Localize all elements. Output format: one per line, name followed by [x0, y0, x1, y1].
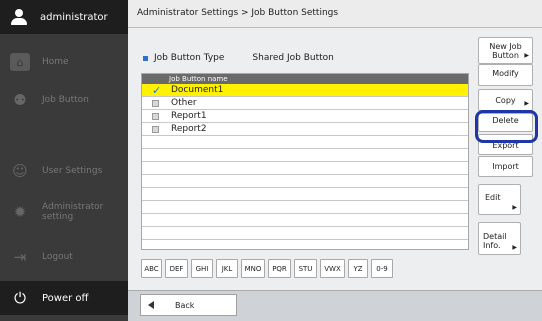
job-button-type-row: Job Button Type Shared Job Button	[143, 53, 334, 63]
chevron-right-icon: ▶	[524, 100, 529, 107]
detail-info-button[interactable]: Detail Info. ▶	[478, 222, 521, 255]
sidebar-item-job-button[interactable]: ⚉ Job Button	[0, 82, 128, 118]
sidebar-item-logout[interactable]: ⇥ Logout	[0, 239, 128, 275]
sidebar-item-administrator-setting[interactable]: ✹ Administrator setting	[0, 194, 128, 230]
breadcrumb: Administrator Settings > Job Button Sett…	[128, 0, 542, 28]
import-label: Import	[492, 162, 519, 171]
sidebar-item-label: Administrator setting	[42, 202, 104, 222]
list-item-empty	[142, 201, 468, 214]
job-button-list: Job Button name ✓ Document1 Other Report…	[141, 73, 469, 250]
sidebar-item-label: User Settings	[42, 166, 103, 176]
list-item-label: Report1	[171, 111, 207, 121]
filter-0-9-button[interactable]: 0-9	[371, 259, 393, 278]
filter-def-button[interactable]: DEF	[165, 259, 188, 278]
checkmark-icon: ✓	[152, 83, 162, 97]
job-button-type-value: Shared Job Button	[252, 53, 334, 63]
gear-icon: ✹	[13, 203, 27, 221]
bullet-icon	[143, 55, 148, 61]
list-item-empty	[142, 227, 468, 240]
detail-info-label: Detail Info.	[483, 232, 507, 250]
checkbox[interactable]	[152, 112, 159, 120]
bottom-bar: Back	[128, 290, 542, 321]
filter-jkl-button[interactable]: JKL	[216, 259, 238, 278]
back-arrow-icon	[148, 301, 154, 309]
copy-highlight-ring	[475, 110, 538, 143]
power-icon: ⏻	[14, 289, 26, 307]
modify-label: Modify	[492, 69, 519, 78]
list-item-empty	[142, 162, 468, 175]
job-button-icon: ⚉	[13, 91, 27, 109]
user-icon	[10, 8, 28, 26]
sidebar: administrator ⌂ Home ⚉ Job Button ☺ User…	[0, 0, 128, 321]
list-item-empty	[142, 149, 468, 162]
user-settings-icon: ☺	[12, 162, 28, 180]
list-item[interactable]: Report2	[142, 123, 468, 136]
edit-button[interactable]: Edit ▶	[478, 184, 521, 215]
list-item-empty	[142, 214, 468, 227]
power-off-label: Power off	[42, 292, 89, 304]
filter-mno-button[interactable]: MNO	[241, 259, 265, 278]
list-item-empty	[142, 188, 468, 201]
sidebar-item-label: Home	[42, 57, 69, 67]
list-item-label: Other	[171, 98, 197, 108]
filter-abc-button[interactable]: ABC	[141, 259, 162, 278]
filter-pqr-button[interactable]: PQR	[268, 259, 291, 278]
filter-stu-button[interactable]: STU	[294, 259, 317, 278]
sidebar-item-user-settings[interactable]: ☺ User Settings	[0, 153, 128, 189]
logout-icon: ⇥	[13, 248, 27, 266]
import-button[interactable]: Import	[478, 156, 533, 177]
home-icon: ⌂	[10, 53, 30, 71]
job-button-panel: Job Button Type Shared Job Button Job Bu…	[128, 28, 542, 290]
modify-button[interactable]: Modify	[478, 64, 533, 86]
filter-ghi-button[interactable]: GHI	[191, 259, 213, 278]
list-item-label: Document1	[171, 85, 224, 95]
chevron-right-icon: ▶	[512, 204, 517, 211]
sidebar-item-label: Logout	[42, 252, 73, 262]
copy-button[interactable]: Copy ▶	[478, 89, 533, 111]
filter-yz-button[interactable]: YZ	[348, 259, 368, 278]
list-item-label: Report2	[171, 124, 207, 134]
list-item-empty	[142, 175, 468, 188]
list-header: Job Button name	[142, 74, 468, 84]
main-area: Administrator Settings > Job Button Sett…	[128, 0, 542, 321]
list-item[interactable]: ✓ Document1	[142, 84, 468, 97]
back-label: Back	[175, 300, 195, 310]
new-job-button-label: New Job Button	[489, 42, 522, 60]
alphabet-filter-bar: ABC DEF GHI JKL MNO PQR STU VWX YZ 0-9	[141, 259, 393, 278]
power-off-button[interactable]: ⏻ Power off	[0, 281, 128, 315]
list-item-empty	[142, 136, 468, 149]
sidebar-item-label: Job Button	[42, 95, 89, 105]
new-job-button-button[interactable]: New Job Button ▶	[478, 37, 533, 64]
checkbox[interactable]	[152, 99, 159, 107]
chevron-right-icon: ▶	[512, 244, 517, 251]
user-name: administrator	[40, 11, 108, 23]
list-item[interactable]: Report1	[142, 110, 468, 123]
sidebar-item-home[interactable]: ⌂ Home	[0, 44, 128, 80]
job-button-type-label: Job Button Type	[154, 53, 225, 63]
edit-label: Edit	[485, 193, 501, 202]
user-box: administrator	[0, 0, 128, 34]
chevron-right-icon: ▶	[524, 52, 529, 59]
filter-vwx-button[interactable]: VWX	[320, 259, 345, 278]
list-item[interactable]: Other	[142, 97, 468, 110]
checkbox[interactable]	[152, 125, 159, 133]
copy-label: Copy	[495, 96, 516, 105]
back-button[interactable]: Back	[140, 294, 237, 316]
